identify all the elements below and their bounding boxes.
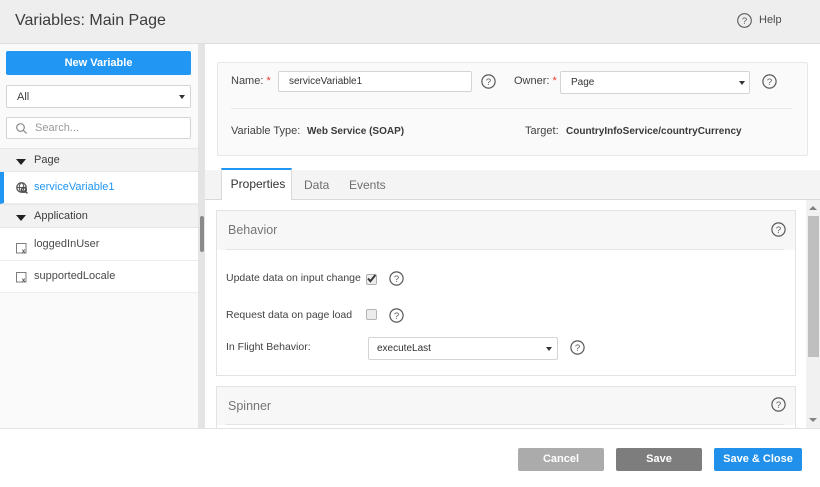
svg-text:?: ? <box>394 311 399 322</box>
svg-text:?: ? <box>486 77 491 88</box>
svg-text:?: ? <box>394 274 399 285</box>
svg-text:?: ? <box>776 225 781 236</box>
svg-text:?: ? <box>742 16 747 27</box>
svg-text:?: ? <box>575 343 580 354</box>
svg-text:x: x <box>22 247 26 253</box>
svg-text:?: ? <box>767 77 772 88</box>
svg-text:?: ? <box>776 400 781 411</box>
svg-text:x: x <box>22 277 26 283</box>
